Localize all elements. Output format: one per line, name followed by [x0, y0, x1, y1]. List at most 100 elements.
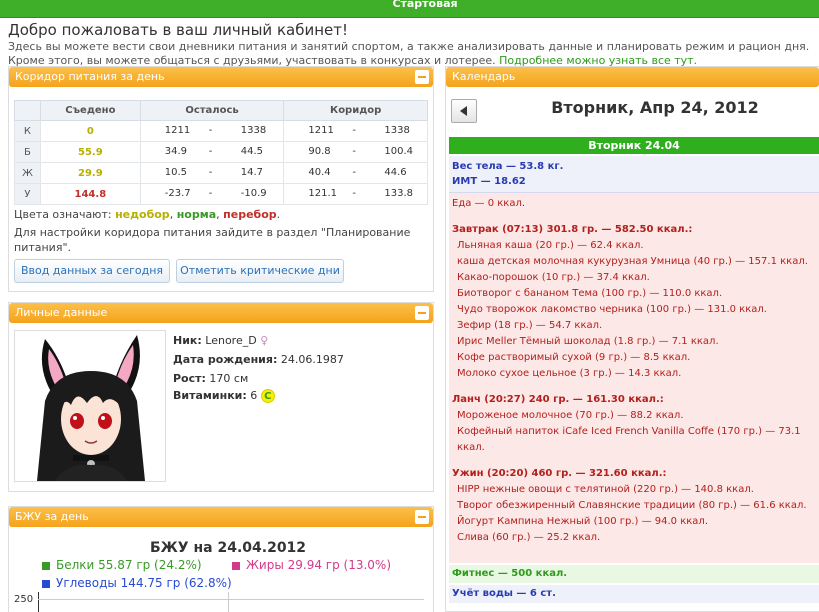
corridor-range-min: 1211	[308, 125, 334, 136]
list-item[interactable]: Чудо творожок лакомство черника (100 гр.…	[452, 302, 816, 318]
list-item[interactable]: Молоко сухое цельное (3 гр.) — 14.3 ккал…	[452, 366, 816, 382]
bju-title: БЖУ за день	[15, 510, 89, 523]
remaining-range-min: 1211	[164, 125, 191, 136]
col-eaten: Съедено	[39, 100, 141, 121]
vitamins-row: Витаминки: 6 C	[173, 389, 275, 403]
top-bar: Стартовая	[0, 0, 819, 18]
food-total: Еда — 0 ккал.	[452, 198, 526, 209]
remaining-range: 34.9 - 44.5	[139, 141, 285, 163]
fat-text: Жиры 29.94 гр (13.0%)	[246, 558, 392, 572]
weight-box: Вес тела — 53.8 кг. ИМТ — 18.62	[449, 156, 819, 193]
legend-carbs: Углеводы 144.75 гр (62.8%)	[42, 576, 232, 590]
calendar-title: Календарь	[452, 70, 516, 83]
dinner-head[interactable]: Ужин (20:20) 460 гр. — 321.60 ккал.:	[452, 466, 816, 482]
enter-today-button[interactable]: Ввод данных за сегодня	[14, 259, 170, 283]
collapse-icon[interactable]	[415, 306, 429, 320]
corridor-range: 121.1 - 133.8	[283, 183, 428, 205]
corridor-header: Коридор питания за день	[9, 67, 433, 87]
remaining-range-min: 34.9	[164, 146, 187, 157]
row-label: У	[14, 183, 41, 205]
lunch-list: Мороженое молочное (70 гр.) — 88.2 ккал.…	[452, 408, 816, 456]
breakfast-head[interactable]: Завтрак (07:13) 301.8 гр. — 582.50 ккал.…	[452, 222, 816, 238]
birth-value: 24.06.1987	[280, 353, 344, 366]
eaten-value: 29.9	[39, 162, 141, 184]
list-item[interactable]: Какао-порошок (10 гр.) — 37.4 ккал.	[452, 270, 816, 286]
remaining-range: 1211 - 1338	[139, 120, 285, 142]
dash: -	[208, 125, 213, 136]
birth-label: Дата рождения:	[173, 353, 278, 366]
list-item[interactable]: Йогурт Кампина Нежный (100 гр.) — 94.0 к…	[452, 514, 816, 530]
color-legend: Цвета означают: недобор, норма, перебор.	[14, 208, 281, 221]
legend-fat: Жиры 29.94 гр (13.0%)	[232, 558, 391, 572]
personal-header: Личные данные	[9, 303, 433, 323]
eaten-value-text: 0	[86, 125, 94, 137]
list-item[interactable]: Творог обезжиренный Славянские традиции …	[452, 498, 816, 514]
corner-cell	[14, 100, 41, 121]
weight-line: Вес тела — 53.8 кг.	[452, 159, 816, 174]
collapse-icon[interactable]	[415, 510, 429, 524]
corridor-range-min: 40.4	[308, 167, 331, 178]
list-item[interactable]: Мороженое молочное (70 гр.) — 88.2 ккал.	[452, 408, 816, 424]
corridor-range-min: 90.8	[308, 146, 331, 157]
list-item[interactable]: Зефир (18 гр.) — 54.7 ккал.	[452, 318, 816, 334]
weight-value: Вес тела — 53.8 кг.	[452, 161, 564, 172]
list-item[interactable]: Ирис Meller Тёмный шоколад (1.8 гр.) — 7…	[452, 334, 816, 350]
tab-start[interactable]: Стартовая	[350, 0, 500, 15]
corridor-range-max: 1338	[384, 125, 410, 136]
legend-over: перебор	[223, 208, 277, 221]
remaining-range-min: 10.5	[164, 167, 187, 178]
corridor-table: Съедено Осталось Коридор К 0 1211-1338 1211…	[14, 100, 428, 205]
female-icon: ♀	[260, 334, 269, 347]
legend-protein: Белки 55.87 гр (24.2%)	[42, 558, 202, 572]
list-item[interactable]: Льняная каша (20 гр.) — 62.4 ккал.	[452, 238, 816, 254]
welcome-title: Добро пожаловать в ваш личный кабинет!	[8, 21, 348, 39]
personal-title: Личные данные	[15, 306, 108, 319]
bju-chart-title: БЖУ на 24.04.2012	[150, 540, 307, 556]
legend-prefix: Цвета означают:	[14, 208, 112, 221]
height-value: 170 см	[209, 372, 249, 385]
bmi-line: ИМТ — 18.62	[452, 174, 816, 189]
corridor-range: 90.8 - 100.4	[283, 141, 428, 163]
avatar-image	[15, 331, 165, 481]
intro-description: Здесь вы можете вести свои дневники пита…	[8, 40, 818, 68]
lunch-head[interactable]: Ланч (20:27) 240 гр. — 161.30 ккал.:	[452, 392, 816, 408]
list-item[interactable]: Кофейный напиток iCafe Iced French Vanil…	[452, 424, 816, 456]
bju-header: БЖУ за день	[9, 507, 433, 527]
mark-critical-days-button[interactable]: Отметить критические дни	[176, 259, 344, 283]
remaining-range: -23.7 - -10.9	[139, 183, 285, 205]
dash: -	[352, 167, 356, 178]
corridor-range: 40.4 - 44.6	[283, 162, 428, 184]
list-item[interactable]: Слива (60 гр.) — 25.2 ккал.	[452, 530, 816, 546]
intro-line-1: Здесь вы можете вести свои дневники пита…	[8, 40, 810, 53]
ytick-250: 250	[14, 594, 34, 605]
dash: -	[352, 188, 356, 199]
nick-row: Ник: Lenore_D ♀	[173, 334, 268, 347]
legend-norm: норма	[176, 208, 217, 221]
water-line[interactable]: Учёт воды — 6 ст.	[449, 585, 819, 603]
vitamins-label: Витаминки:	[173, 389, 247, 402]
list-item[interactable]: Кофе растворимый сухой (9 гр.) — 8.5 кка…	[452, 350, 816, 366]
vitamins-value: 6	[250, 389, 258, 402]
day-band[interactable]: Вторник 24.04	[449, 137, 819, 154]
collapse-icon[interactable]	[415, 70, 429, 84]
nick-value: Lenore_D	[205, 334, 257, 347]
prev-day-button[interactable]	[451, 99, 477, 123]
row-label: Ж	[14, 162, 41, 184]
table-row: Ж 29.9 10.5 - 14.7 40.4 - 44.6	[14, 162, 428, 184]
dash: -	[352, 125, 356, 136]
corridor-range-max: 100.4	[384, 146, 413, 157]
height-label: Рост:	[173, 372, 206, 385]
remaining-range-max: 14.7	[240, 167, 263, 178]
remaining-range: 10.5 - 14.7	[139, 162, 285, 184]
fitness-line[interactable]: Фитнес — 500 ккал.	[449, 565, 819, 583]
avatar	[14, 330, 166, 482]
list-item[interactable]: HIPP нежные овощи с телятиной (220 гр.) …	[452, 482, 816, 498]
protein-text: Белки 55.87 гр (24.2%)	[56, 558, 202, 572]
table-row: У 144.8 -23.7 - -10.9 121.1 - 133.8	[14, 183, 428, 205]
carbs-swatch	[42, 579, 50, 588]
vitamin-c-icon[interactable]: C	[260, 389, 275, 403]
table-row: К 0 1211 - 1338 1211 - 1338	[14, 120, 428, 142]
list-item[interactable]: Биотворог с бананом Тема (100 гр.) — 110…	[452, 286, 816, 302]
remaining-range-max: 1338	[240, 125, 267, 136]
list-item[interactable]: каша детская молочная кукурузная Умница …	[452, 254, 816, 270]
